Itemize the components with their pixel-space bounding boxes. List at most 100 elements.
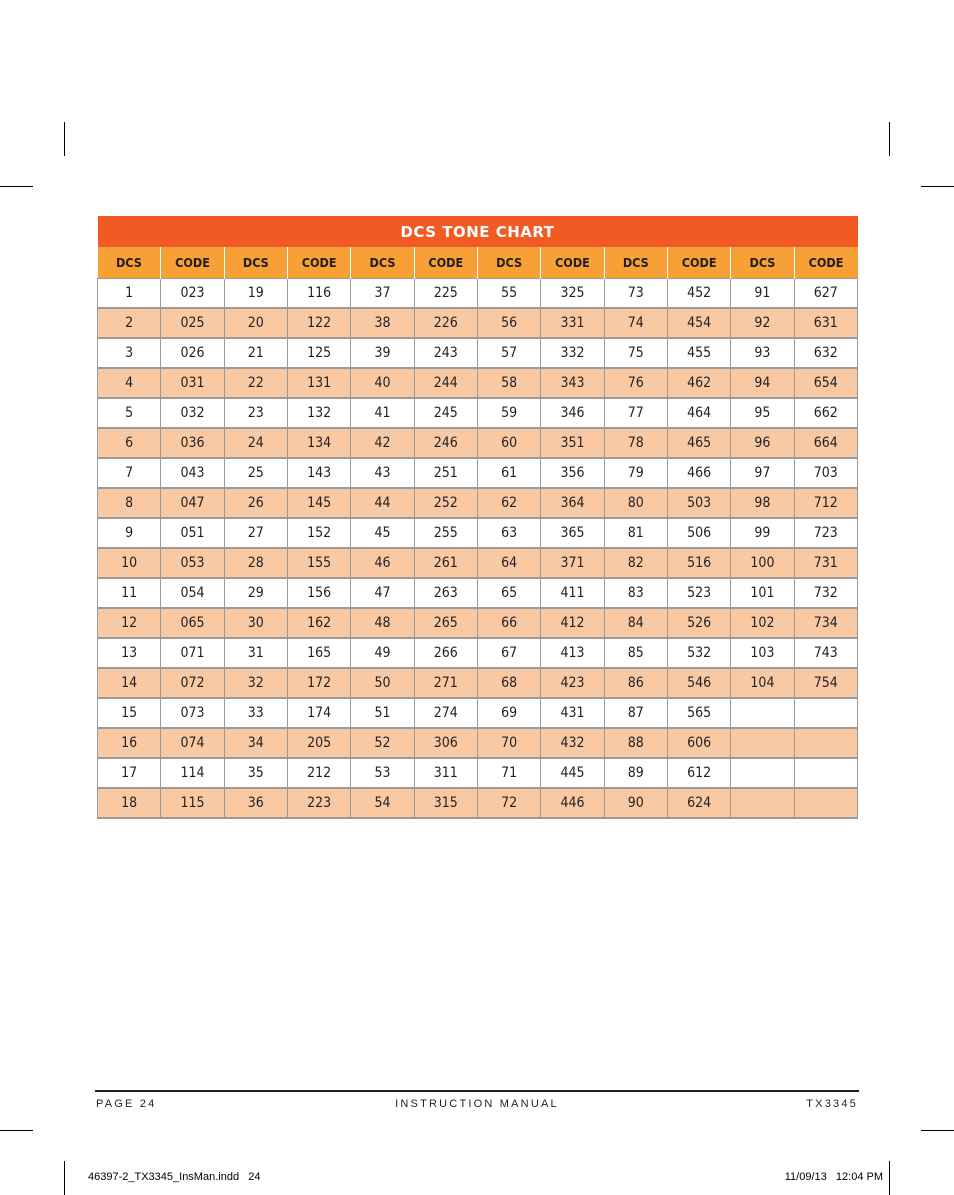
code-cell: 723	[793, 517, 859, 549]
code-cell: 612	[666, 757, 732, 789]
dcs-cell: 8	[96, 487, 162, 519]
dcs-cell: 83	[603, 577, 668, 609]
code-cell: 432	[540, 727, 605, 759]
code-cell: 174	[286, 697, 352, 729]
dcs-cell: 17	[96, 757, 162, 789]
footer-rule	[95, 1090, 859, 1092]
code-cell: 351	[540, 427, 605, 459]
code-cell: 311	[413, 757, 478, 789]
dcs-cell: 92	[730, 307, 795, 339]
code-cell: 532	[666, 637, 732, 669]
code-cell: 446	[540, 787, 605, 819]
header-dcs: DCS	[730, 247, 795, 279]
code-cell: 411	[540, 577, 605, 609]
code-cell: 743	[793, 637, 859, 669]
dcs-cell: 73	[603, 278, 668, 309]
dcs-cell: 9	[96, 517, 162, 549]
dcs-cell: 65	[476, 577, 542, 609]
code-cell: 073	[160, 697, 225, 729]
code-cell: 364	[540, 487, 605, 519]
code-cell: 565	[666, 697, 732, 729]
dcs-cell: 32	[223, 667, 288, 699]
code-cell: 032	[160, 397, 225, 429]
code-cell: 072	[160, 667, 225, 699]
dcs-cell: 24	[223, 427, 288, 459]
dcs-cell: 47	[350, 577, 415, 609]
dcs-cell: 96	[730, 427, 795, 459]
dcs-cell: 21	[223, 337, 288, 369]
header-code: CODE	[540, 247, 605, 279]
dcs-cell: 4	[96, 367, 162, 399]
dcs-cell: 64	[476, 547, 542, 579]
dcs-cell: 81	[603, 517, 668, 549]
dcs-cell: 72	[476, 787, 542, 819]
dcs-cell: 104	[730, 667, 795, 699]
code-cell: 431	[540, 697, 605, 729]
dcs-cell: 23	[223, 397, 288, 429]
slug-filename: 46397-2_TX3345_InsMan.indd 24	[88, 1171, 261, 1183]
code-cell: 225	[413, 278, 478, 309]
code-cell: 172	[286, 667, 352, 699]
dcs-cell: 79	[603, 457, 668, 489]
dcs-cell: 50	[350, 667, 415, 699]
code-cell: 243	[413, 337, 478, 369]
code-cell: 445	[540, 757, 605, 789]
code-cell	[793, 757, 859, 789]
code-cell	[793, 787, 859, 819]
header-code: CODE	[793, 247, 858, 279]
dcs-cell: 84	[603, 607, 668, 639]
code-cell: 423	[540, 667, 605, 699]
dcs-cell: 41	[350, 397, 415, 429]
dcs-cell: 30	[223, 607, 288, 639]
code-cell: 452	[666, 278, 732, 309]
table-row: 17 114 35 212 53 311 71 445 89 612	[96, 757, 859, 789]
dcs-cell: 101	[730, 577, 795, 609]
dcs-cell: 57	[476, 337, 542, 369]
dcs-cell: 20	[223, 307, 288, 339]
code-cell: 516	[666, 547, 732, 579]
dcs-cell: 67	[476, 637, 542, 669]
table-row: 7 043 25 143 43 251 61 356 79 466 97 703	[96, 457, 859, 489]
dcs-cell: 91	[730, 278, 795, 309]
dcs-cell: 25	[223, 457, 288, 489]
dcs-cell: 97	[730, 457, 795, 489]
dcs-cell: 88	[603, 727, 668, 759]
dcs-cell: 42	[350, 427, 415, 459]
crop-mark-bottom-left-vertical	[64, 1161, 65, 1195]
dcs-cell: 60	[476, 427, 542, 459]
code-cell: 346	[540, 397, 605, 429]
code-cell: 145	[286, 487, 352, 519]
code-cell: 343	[540, 367, 605, 399]
header-dcs: DCS	[223, 247, 288, 279]
dcs-cell: 62	[476, 487, 542, 519]
code-cell: 122	[286, 307, 352, 339]
code-cell: 205	[286, 727, 352, 759]
table-row: 9 051 27 152 45 255 63 365 81 506 99 723	[96, 517, 859, 549]
header-code: CODE	[286, 247, 352, 279]
dcs-cell: 93	[730, 337, 795, 369]
dcs-cell: 66	[476, 607, 542, 639]
code-cell: 271	[413, 667, 478, 699]
code-cell: 131	[286, 367, 352, 399]
code-cell: 134	[286, 427, 352, 459]
dcs-cell: 58	[476, 367, 542, 399]
code-cell: 654	[793, 367, 859, 399]
dcs-cell: 85	[603, 637, 668, 669]
dcs-cell: 19	[223, 278, 288, 309]
dcs-cell: 35	[223, 757, 288, 789]
dcs-cell	[730, 787, 795, 819]
dcs-cell: 14	[96, 667, 162, 699]
dcs-cell: 12	[96, 607, 162, 639]
dcs-cell: 53	[350, 757, 415, 789]
dcs-cell: 70	[476, 727, 542, 759]
code-cell: 365	[540, 517, 605, 549]
code-cell: 546	[666, 667, 732, 699]
dcs-cell: 48	[350, 607, 415, 639]
code-cell: 115	[160, 787, 225, 819]
code-cell: 356	[540, 457, 605, 489]
dcs-cell: 78	[603, 427, 668, 459]
code-cell: 506	[666, 517, 732, 549]
code-cell: 464	[666, 397, 732, 429]
code-cell: 455	[666, 337, 732, 369]
dcs-cell: 10	[96, 547, 162, 579]
